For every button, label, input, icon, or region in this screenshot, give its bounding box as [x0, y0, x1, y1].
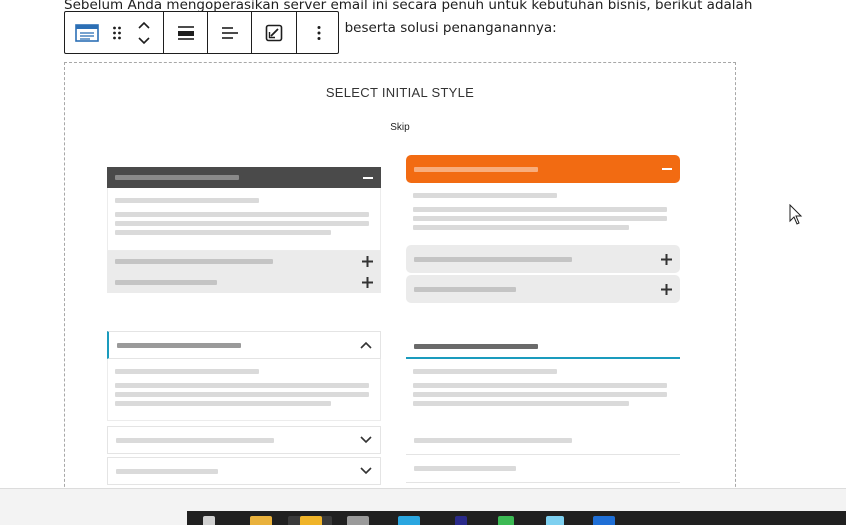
style-option-underlined-tab[interactable]: [406, 335, 680, 495]
toolbar-group-align: [164, 12, 208, 53]
header-text-bar: [117, 342, 241, 348]
accordion-row: [107, 251, 381, 272]
accordion-header: [107, 331, 381, 359]
edge-browser-icon[interactable]: [593, 516, 615, 525]
body-text-bar: [413, 369, 557, 374]
style-button[interactable]: [252, 12, 296, 53]
accordion-body: [107, 359, 381, 421]
taskbar-app-icon[interactable]: [300, 516, 322, 525]
body-text-bar: [115, 401, 331, 406]
row-text-bar: [414, 286, 516, 292]
accordion-body: [406, 183, 680, 245]
plus-icon: [661, 283, 672, 295]
accordion-row: [406, 427, 680, 455]
body-text-bar: [115, 212, 369, 217]
taskbar-app-icon[interactable]: [546, 516, 564, 525]
row-text-bar: [115, 259, 273, 264]
skip-link[interactable]: Skip: [65, 122, 735, 133]
body-text-bar: [115, 392, 369, 397]
body-text-bar: [413, 225, 629, 230]
row-text-bar: [414, 438, 572, 443]
text-align-button[interactable]: [208, 12, 251, 53]
align-button[interactable]: [164, 12, 207, 53]
taskbar-app-icon[interactable]: [455, 516, 467, 525]
taskbar-app-icon[interactable]: [347, 516, 369, 525]
body-text-bar: [413, 216, 667, 221]
body-text-bar: [413, 193, 557, 198]
accordion-body: [406, 359, 680, 427]
row-text-bar: [414, 256, 572, 262]
toolbar-group-style: [252, 12, 297, 53]
style-option-dark-header[interactable]: [107, 167, 381, 293]
body-text-bar: [115, 369, 259, 374]
body-text-bar: [115, 230, 331, 235]
body-text-bar: [413, 383, 667, 388]
plus-icon: [661, 253, 672, 265]
windows-taskbar: [187, 511, 846, 525]
taskbar-app-icon[interactable]: [498, 516, 514, 525]
header-text-bar: [414, 343, 538, 349]
block-toolbar: [64, 11, 339, 54]
drag-handle[interactable]: [109, 12, 125, 53]
toolbar-group-options: [297, 12, 340, 53]
body-text-bar: [115, 383, 369, 388]
toolbar-group-block: [65, 12, 164, 53]
taskbar-app-icon[interactable]: [203, 516, 215, 525]
body-text-bar: [115, 198, 259, 203]
options-button[interactable]: [297, 12, 340, 53]
header-text-bar: [115, 175, 239, 180]
header-text-bar: [414, 166, 538, 172]
body-text-bar: [413, 392, 667, 397]
block-type-icon: [75, 23, 99, 42]
plus-icon: [362, 277, 373, 288]
body-text-bar: [413, 207, 667, 212]
accordion-body: [107, 188, 381, 251]
taskbar-app-icon[interactable]: [398, 516, 420, 525]
accordion-row: [406, 245, 680, 273]
body-text-bar: [115, 221, 369, 226]
accordion-header: [406, 335, 680, 359]
move-up-icon[interactable]: [137, 21, 151, 30]
align-left-icon: [221, 26, 238, 39]
move-down-icon[interactable]: [137, 36, 151, 45]
row-text-bar: [115, 280, 217, 285]
align-wide-icon: [177, 25, 194, 40]
style-option-outlined-chevron[interactable]: [107, 331, 381, 491]
row-text-bar: [116, 468, 218, 474]
block-type-button[interactable]: [65, 12, 109, 53]
more-options-icon: [317, 25, 320, 40]
body-text-bar: [413, 401, 629, 406]
minus-icon: [363, 176, 373, 179]
row-text-bar: [414, 466, 516, 471]
accordion-row: [107, 272, 381, 293]
edit-style-icon: [265, 24, 283, 41]
accordion-row: [406, 275, 680, 303]
plus-icon: [362, 256, 373, 267]
toolbar-group-text: [208, 12, 252, 53]
file-explorer-icon[interactable]: [250, 516, 272, 525]
accordion-header: [107, 167, 381, 188]
drag-icon: [113, 26, 121, 39]
minus-icon: [662, 168, 672, 170]
accordion-header: [406, 155, 680, 183]
row-text-bar: [116, 437, 274, 443]
style-option-orange-rounded[interactable]: [406, 155, 680, 305]
accordion-row: [406, 455, 680, 483]
chevron-down-icon: [360, 467, 372, 475]
mouse-cursor-icon: [789, 204, 803, 225]
chevron-up-icon: [360, 341, 372, 349]
accordion-row: [107, 426, 381, 454]
chevron-down-icon: [360, 436, 372, 444]
style-placeholder: SELECT INITIAL STYLE Skip: [64, 62, 736, 502]
placeholder-title: SELECT INITIAL STYLE: [325, 85, 475, 100]
accordion-row: [107, 457, 381, 485]
move-buttons: [125, 12, 163, 53]
